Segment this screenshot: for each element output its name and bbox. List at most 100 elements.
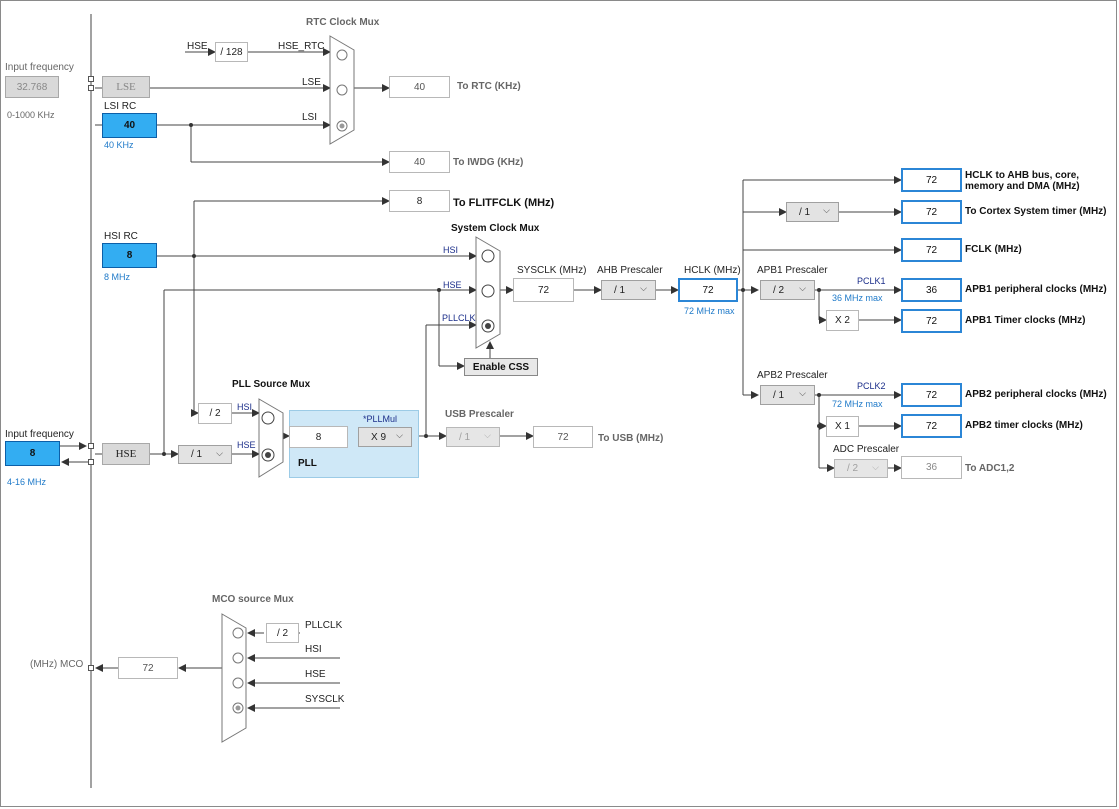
apb1-prescaler-label: APB1 Prescaler: [757, 265, 828, 276]
mco-pllclk-label: PLLCLK: [305, 620, 343, 631]
usb-prescaler-label: USB Prescaler: [445, 409, 514, 420]
hclk-ahb-output-value[interactable]: 72: [901, 168, 962, 192]
adc-output-value: 36: [901, 456, 962, 479]
lse-input-range: 0-1000 KHz: [7, 110, 55, 120]
hse-rtc-label: HSE_RTC: [278, 41, 325, 52]
pll-src-hsi-label: HSI: [237, 402, 253, 412]
adc-prescaler-select[interactable]: / 2 ⌵: [834, 459, 888, 478]
ahb-prescaler-value: / 1: [614, 284, 626, 296]
chevron-down-icon: ⌵: [396, 430, 403, 440]
mco-mux-title: MCO source Mux: [212, 594, 294, 605]
pll-input-value: 8: [289, 426, 348, 448]
mco-hsi-label: HSI: [305, 644, 322, 655]
pclk1-max: 36 MHz max: [832, 293, 883, 303]
apb2-timer-mult: X 1: [826, 416, 859, 437]
lse-oscillator-block: LSE: [102, 76, 150, 98]
hse-oscillator-block: HSE: [102, 443, 150, 465]
apb1-timer-output-label: APB1 Timer clocks (MHz): [965, 315, 1086, 326]
apb2-timer-output-label: APB2 timer clocks (MHz): [965, 420, 1083, 431]
sys-mux-hsi-label: HSI: [443, 245, 459, 255]
apb1-prescaler-value: / 2: [773, 284, 785, 296]
hse-prediv-value: / 1: [191, 449, 203, 460]
pll-src-mux-shape: [258, 398, 284, 478]
sys-mux-hse-label: HSE: [443, 280, 462, 290]
ahb-prescaler-label: AHB Prescaler: [597, 265, 663, 276]
hse-input-label: Input frequency: [5, 429, 74, 440]
pclk1-label: PCLK1: [857, 276, 886, 286]
mco-output-value: 72: [118, 657, 178, 679]
apb2-timer-output-value[interactable]: 72: [901, 414, 962, 438]
pllmul-select[interactable]: X 9 ⌵: [358, 427, 412, 447]
iwdg-output-value: 40: [389, 151, 450, 173]
cortex-prescaler-value: / 1: [799, 206, 811, 218]
apb2-prescaler-select[interactable]: / 1 ⌵: [760, 385, 815, 405]
rtc-lsi-label: LSI: [302, 112, 318, 123]
mco-pll-div2-box: / 2: [266, 623, 299, 643]
pclk2-max: 72 MHz max: [832, 399, 883, 409]
sys-mux-pllclk-label: PLLCLK: [442, 313, 476, 323]
cortex-timer-output-value[interactable]: 72: [901, 200, 962, 224]
sysclk-value[interactable]: 72: [513, 278, 574, 302]
apb1-timer-mult: X 2: [826, 310, 859, 331]
fclk-output-value[interactable]: 72: [901, 238, 962, 262]
lse-input-field[interactable]: 32.768: [5, 76, 59, 98]
adc-prescaler-value: / 2: [847, 463, 859, 474]
hclk-label: HCLK (MHz): [684, 265, 741, 276]
bus-port-lse: [88, 76, 94, 82]
rtc-hse-label: HSE: [187, 41, 208, 52]
pll-source-mux-title: PLL Source Mux: [232, 379, 311, 390]
chevron-down-icon: ⌵: [823, 205, 830, 215]
lsi-rc-label: LSI RC: [104, 101, 137, 112]
flitfclk-output-label: To FLITFCLK (MHz): [453, 197, 555, 209]
pllmul-label: *PLLMul: [363, 414, 398, 424]
cortex-prescaler-select[interactable]: / 1 ⌵: [786, 202, 839, 222]
mco-sysclk-label: SYSCLK: [305, 694, 345, 705]
ahb-prescaler-select[interactable]: / 1 ⌵: [601, 280, 656, 300]
rtc-mux-title: RTC Clock Mux: [306, 17, 380, 28]
enable-css-button[interactable]: Enable CSS: [464, 358, 538, 376]
hse-prediv-select[interactable]: / 1 ⌵: [178, 445, 232, 464]
pll-label: PLL: [298, 458, 317, 469]
hse-input-range: 4-16 MHz: [7, 477, 47, 487]
pllmul-value: X 9: [371, 431, 387, 443]
chevron-down-icon: ⌵: [640, 283, 647, 293]
apb1-timer-output-value[interactable]: 72: [901, 309, 962, 333]
fclk-output-label: FCLK (MHz): [965, 244, 1022, 255]
bus-port-lse2: [88, 85, 94, 91]
hclk-ahb-output-label2: memory and DMA (MHz): [965, 181, 1080, 192]
lsi-rc-value: 40: [102, 113, 157, 138]
sysclk-label: SYSCLK (MHz): [517, 265, 587, 276]
apb2-prescaler-value: / 1: [773, 389, 785, 401]
mco-hse-label: HSE: [305, 669, 326, 680]
apb1-peripheral-output-value[interactable]: 36: [901, 278, 962, 302]
lse-input-label: Input frequency: [5, 62, 74, 73]
apb1-prescaler-select[interactable]: / 2 ⌵: [760, 280, 815, 300]
hclk-max: 72 MHz max: [684, 306, 735, 316]
hsi-rc-value: 8: [102, 243, 157, 268]
sys-mux-title: System Clock Mux: [451, 223, 540, 234]
bus-port-mco: [88, 665, 94, 671]
hse-input-field[interactable]: 8: [5, 441, 60, 466]
cortex-timer-output-label: To Cortex System timer (MHz): [965, 206, 1107, 217]
iwdg-output-label: To IWDG (KHz): [453, 157, 524, 168]
usb-prescaler-select[interactable]: / 1 ⌵: [446, 427, 500, 447]
lsi-rc-freq: 40 KHz: [104, 140, 134, 150]
mco-label: (MHz) MCO: [30, 659, 84, 670]
hclk-value[interactable]: 72: [678, 278, 738, 302]
hse-div128-box: / 128: [215, 42, 248, 62]
rtc-lse-label: LSE: [302, 77, 321, 88]
hsi-rc-label: HSI RC: [104, 231, 138, 242]
chevron-down-icon: ⌵: [799, 388, 806, 398]
chevron-down-icon: ⌵: [872, 462, 879, 472]
apb2-prescaler-label: APB2 Prescaler: [757, 370, 828, 381]
adc-prescaler-label: ADC Prescaler: [833, 444, 900, 455]
usb-output-value: 72: [533, 426, 593, 448]
rtc-output-value: 40: [389, 76, 450, 98]
pclk2-label: PCLK2: [857, 381, 886, 391]
rtc-output-label: To RTC (KHz): [457, 81, 521, 92]
pll-src-hse-label: HSE: [237, 440, 256, 450]
chevron-down-icon: ⌵: [799, 283, 806, 293]
apb2-peripheral-output-label: APB2 peripheral clocks (MHz): [965, 389, 1107, 400]
hsi-rc-freq: 8 MHz: [104, 272, 131, 282]
apb2-peripheral-output-value[interactable]: 72: [901, 383, 962, 407]
